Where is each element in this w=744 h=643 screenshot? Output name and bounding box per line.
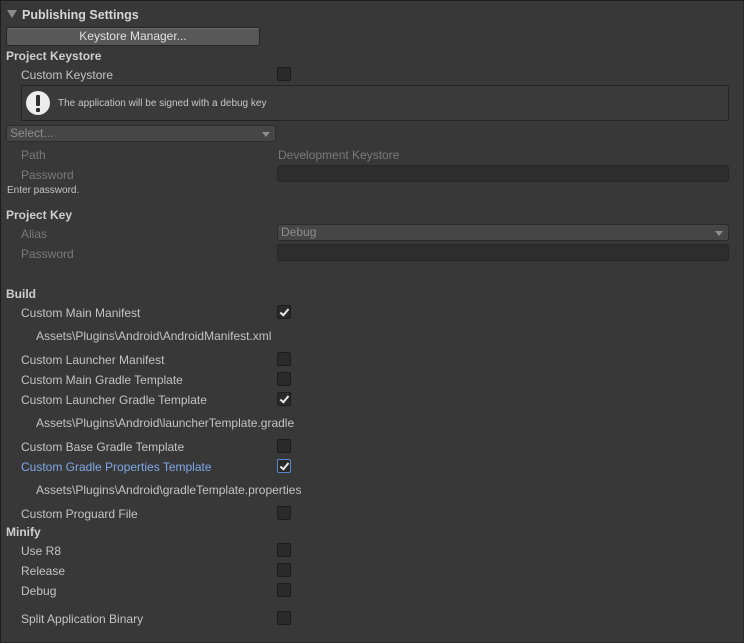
custom-launcher-manifest-checkbox[interactable]	[277, 352, 291, 366]
custom-keystore-checkbox[interactable]	[277, 67, 291, 81]
keystore-select-dropdown[interactable]: Select...	[6, 125, 276, 142]
build-item-label: Custom Main Gradle Template	[21, 373, 183, 387]
keystore-password-field[interactable]	[277, 165, 729, 182]
key-password-field[interactable]	[277, 244, 729, 261]
help-message: The application will be signed with a de…	[58, 98, 267, 109]
warning-icon	[26, 91, 50, 115]
debug-key-help-box: The application will be signed with a de…	[21, 85, 729, 121]
keystore-select-value: Select...	[10, 126, 54, 140]
project-keystore-heading: Project Keystore	[6, 49, 102, 63]
key-password-label: Password	[21, 247, 74, 261]
alias-value: Debug	[281, 225, 317, 239]
foldout-arrow-icon[interactable]	[7, 10, 17, 18]
path-label: Path	[21, 148, 46, 162]
split-application-binary-checkbox[interactable]	[277, 611, 291, 625]
minify-item-label: Debug	[21, 584, 57, 598]
custom-main-gradle-template-checkbox[interactable]	[277, 372, 291, 386]
split-binary-label: Split Application Binary	[21, 612, 144, 626]
minify-heading: Minify	[6, 525, 41, 539]
main-manifest-path: Assets\Plugins\Android\AndroidManifest.x…	[36, 329, 272, 343]
minify-item-label: Release	[21, 564, 66, 578]
section-title[interactable]: Publishing Settings	[22, 8, 139, 22]
custom-keystore-label: Custom Keystore	[21, 68, 114, 82]
custom-launcher-gradle-template-checkbox[interactable]	[277, 392, 291, 406]
project-key-heading: Project Key	[6, 208, 73, 222]
build-item-label-focused: Custom Gradle Properties Template	[21, 460, 212, 474]
keystore-password-label: Password	[21, 168, 74, 182]
build-item-label: Custom Main Manifest	[21, 306, 141, 320]
chevron-down-icon	[262, 132, 270, 137]
build-item-label: Custom Base Gradle Template	[21, 440, 185, 454]
chevron-down-icon	[715, 231, 723, 236]
custom-gradle-properties-template-checkbox[interactable]	[277, 459, 291, 473]
use-r8-checkbox[interactable]	[277, 543, 291, 557]
minify-release-checkbox[interactable]	[277, 563, 291, 577]
build-item-label: Custom Launcher Manifest	[21, 353, 165, 367]
gradle-properties-template-path: Assets\Plugins\Android\gradleTemplate.pr…	[36, 483, 302, 497]
custom-proguard-file-checkbox[interactable]	[277, 506, 291, 520]
build-item-label: Custom Proguard File	[21, 507, 138, 521]
build-heading: Build	[6, 287, 36, 301]
alias-label: Alias	[21, 227, 48, 241]
custom-base-gradle-template-checkbox[interactable]	[277, 439, 291, 453]
keystore-manager-button[interactable]: Keystore Manager...	[6, 27, 260, 46]
minify-item-label: Use R8	[21, 544, 62, 558]
launcher-gradle-template-path: Assets\Plugins\Android\launcherTemplate.…	[36, 416, 295, 430]
enter-password-hint: Enter password.	[7, 185, 80, 196]
custom-main-manifest-checkbox[interactable]	[277, 305, 291, 319]
alias-dropdown[interactable]: Debug	[277, 224, 729, 241]
build-item-label: Custom Launcher Gradle Template	[21, 393, 207, 407]
minify-debug-checkbox[interactable]	[277, 583, 291, 597]
path-value: Development Keystore	[278, 148, 400, 162]
